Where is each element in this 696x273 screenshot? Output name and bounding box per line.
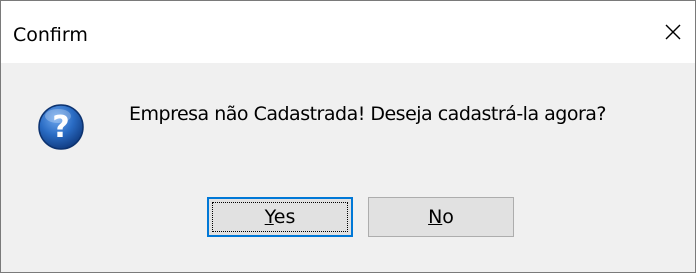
dialog-title: Confirm: [13, 24, 88, 46]
dialog-message: Empresa não Cadastrada! Deseja cadastrá-…: [129, 103, 607, 125]
close-icon: [665, 24, 681, 40]
svg-text:?: ?: [52, 110, 69, 145]
title-bar[interactable]: Confirm: [1, 1, 695, 63]
no-button-label: No: [428, 206, 454, 228]
question-icon: ?: [38, 104, 84, 150]
close-button[interactable]: [651, 1, 695, 63]
confirm-dialog: Confirm ? Empresa não Cadastrada! Deseja…: [0, 0, 696, 273]
yes-button-label: Yes: [264, 206, 296, 228]
no-button[interactable]: No: [368, 197, 514, 237]
yes-button[interactable]: Yes: [207, 197, 353, 237]
dialog-body: ? Empresa não Cadastrada! Deseja cadastr…: [1, 63, 695, 272]
